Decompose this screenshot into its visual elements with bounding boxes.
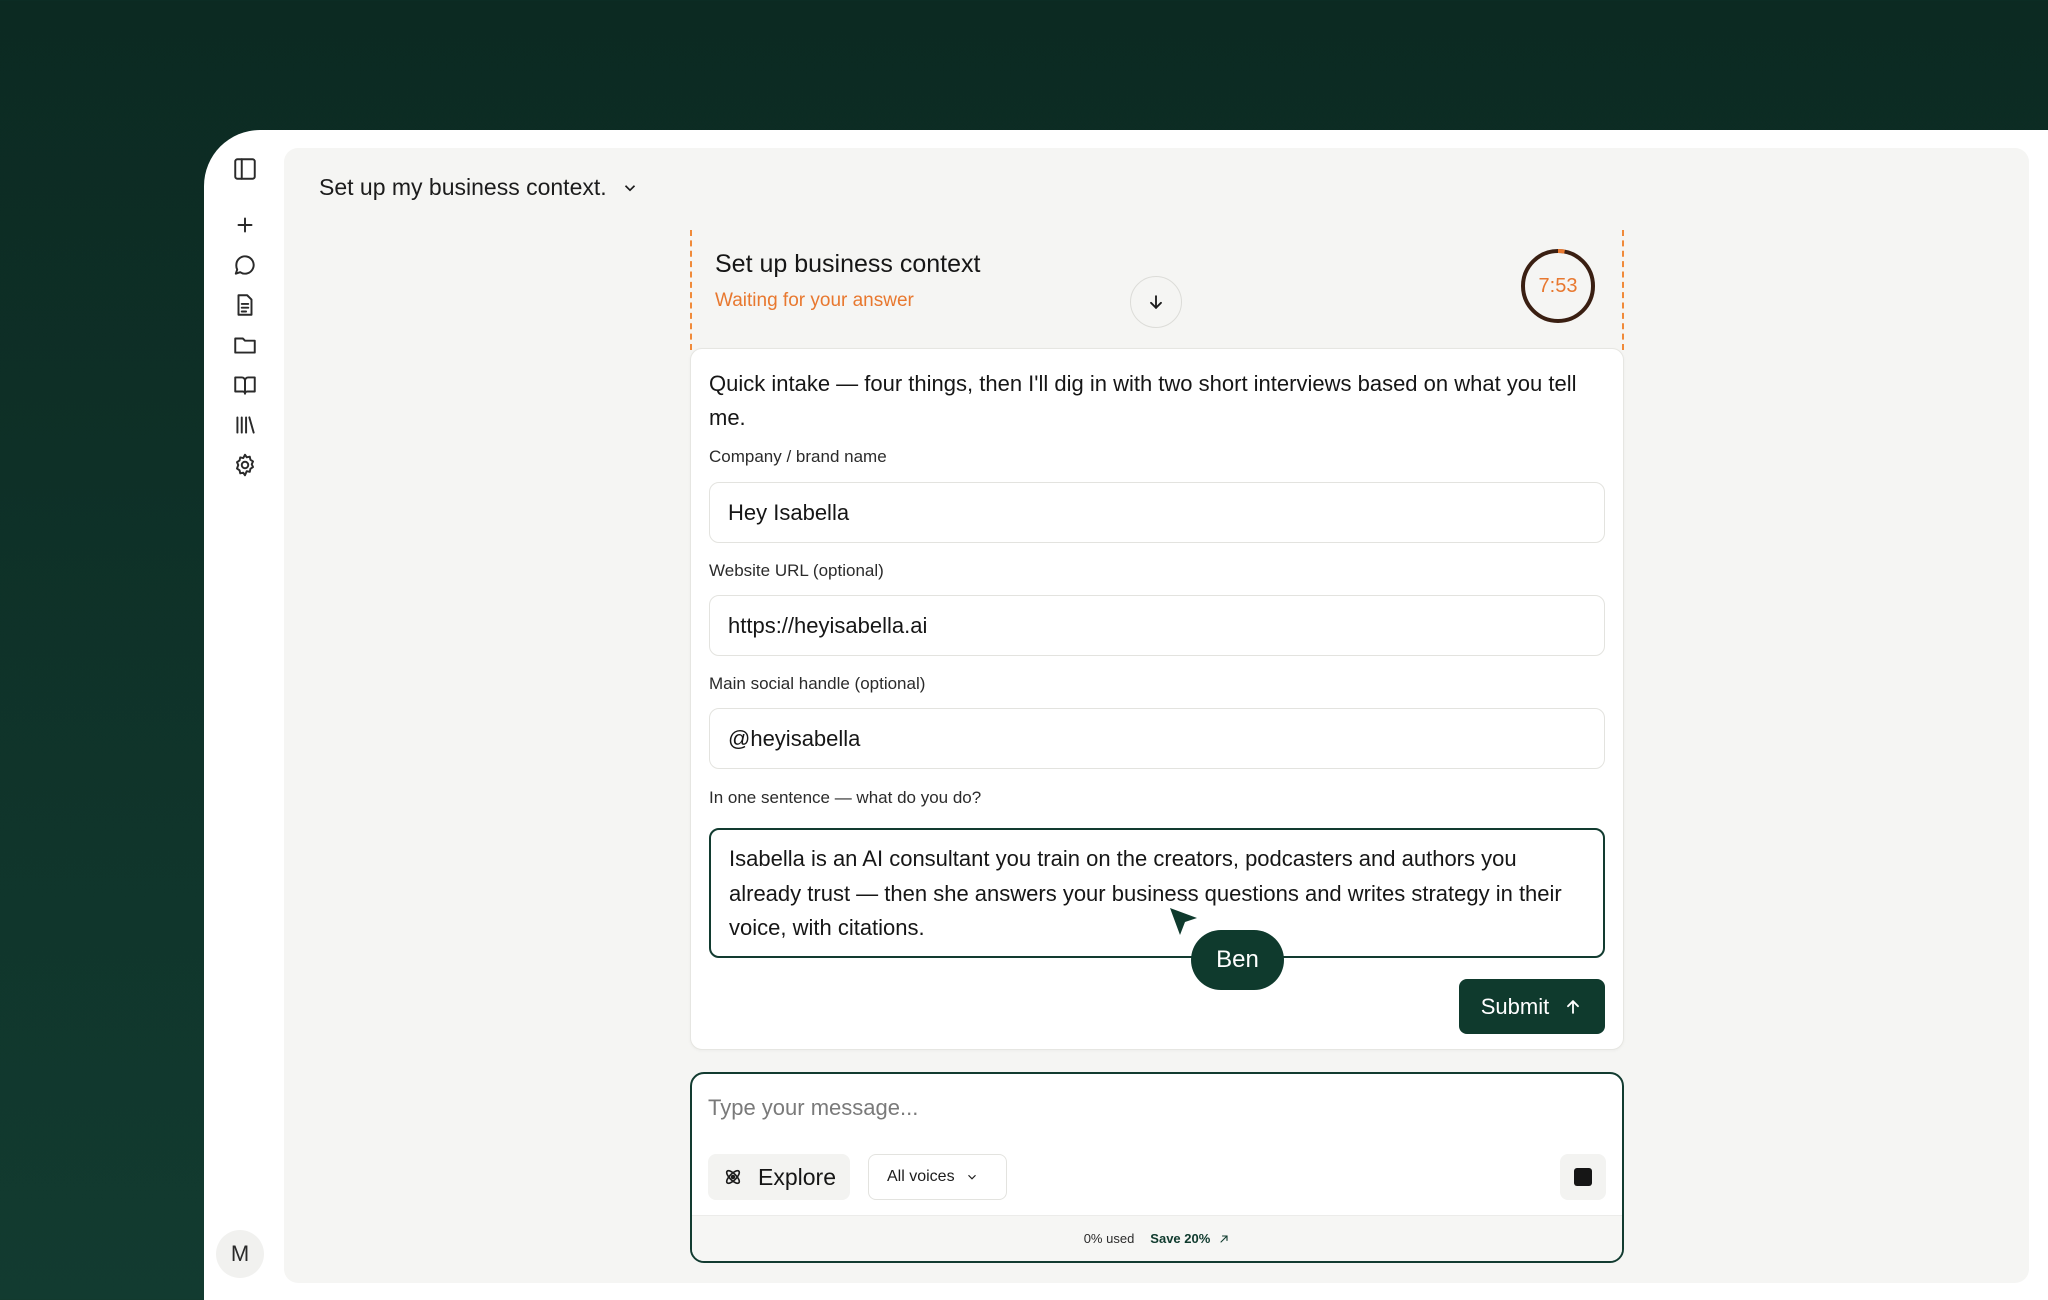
company-name-label: Company / brand name (709, 447, 887, 466)
description-label: In one sentence — what do you do? (709, 788, 982, 807)
sidebar-toggle-icon[interactable] (228, 152, 262, 186)
avatar[interactable]: M (216, 1230, 264, 1278)
countdown-timer: 7:53 (1518, 246, 1598, 326)
intake-form-card: Quick intake — four things, then I'll di… (690, 348, 1624, 1050)
social-handle-field[interactable]: @heyisabella (709, 708, 1605, 769)
task-title: Set up business context (715, 250, 981, 278)
message-composer: Explore All voices 0% used Save 20% (690, 1072, 1624, 1263)
book-icon[interactable] (228, 368, 262, 402)
explore-label: Explore (758, 1163, 836, 1190)
chat-title-dropdown[interactable]: Set up my business context. (319, 174, 639, 201)
form-intro: Quick intake — four things, then I'll di… (709, 371, 1577, 430)
submit-label: Submit (1480, 993, 1550, 1019)
folder-icon[interactable] (228, 328, 262, 362)
usage-bar: 0% used Save 20% (692, 1215, 1622, 1261)
plus-icon[interactable] (228, 208, 262, 242)
arrow-down-icon (1150, 295, 1162, 309)
save-label: Save 20% (1150, 1231, 1211, 1246)
website-url-label: Website URL (optional) (709, 561, 884, 580)
chat-title: Set up my business context. (319, 174, 607, 200)
message-input[interactable] (708, 1088, 1588, 1128)
library-icon[interactable] (228, 408, 262, 442)
sidebar-rail: M (204, 130, 284, 1300)
chevron-down-icon (967, 1174, 976, 1180)
stop-button[interactable] (1560, 1154, 1606, 1200)
explore-button[interactable]: Explore (708, 1154, 850, 1200)
voices-label: All voices (887, 1168, 955, 1185)
main-panel: Set up my business context. Set up busin… (284, 148, 2029, 1283)
website-url-field[interactable]: https://heyisabella.ai (709, 595, 1605, 656)
submit-button[interactable]: Submit (1459, 979, 1605, 1034)
chevron-down-icon (624, 184, 635, 191)
app-window: M Set up my business context. Set up bus… (204, 130, 2048, 1300)
stop-icon (1574, 1168, 1592, 1186)
collaborator-cursor-icon (1170, 908, 1197, 935)
scroll-down-button[interactable] (1130, 276, 1182, 328)
save-link[interactable]: Save 20% (1150, 1231, 1230, 1246)
chat-icon[interactable] (228, 248, 262, 282)
task-status: Waiting for your answer (715, 290, 914, 311)
arrow-up-right-icon (1220, 1234, 1228, 1243)
voices-dropdown[interactable]: All voices (868, 1154, 1007, 1200)
task-header: Set up business context Waiting for your… (690, 230, 1624, 350)
document-icon[interactable] (228, 288, 262, 322)
collaborator-cursor-label: Ben (1191, 930, 1284, 990)
atom-icon (725, 1169, 741, 1185)
company-name-field[interactable]: Hey Isabella (709, 482, 1605, 543)
social-handle-label: Main social handle (optional) (709, 674, 926, 693)
usage-text: 0% used (1083, 1231, 1135, 1246)
gear-icon[interactable] (228, 448, 262, 482)
timer-text: 7:53 (1538, 274, 1578, 297)
arrow-up-icon (1567, 999, 1580, 1014)
description-textarea[interactable]: Isabella is an AI consultant you train o… (709, 828, 1605, 958)
